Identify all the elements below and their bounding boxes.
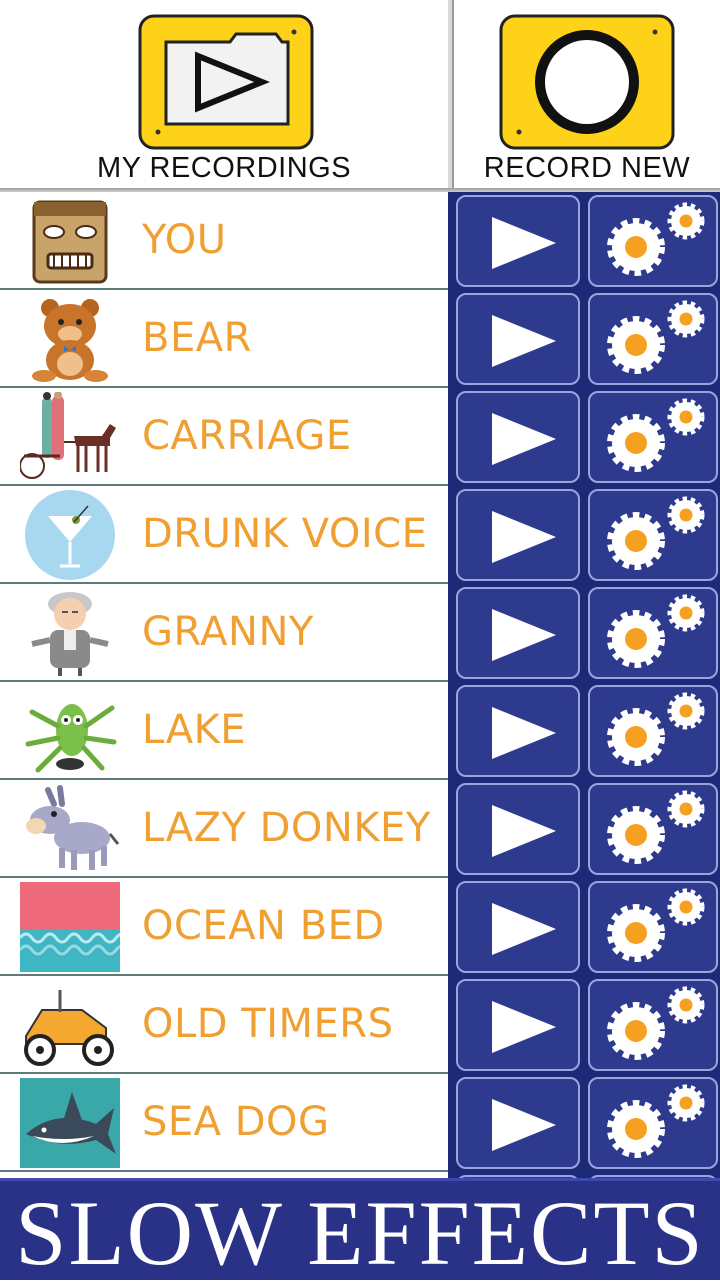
bear-icon <box>32 299 108 382</box>
list-item: OLD TIMERS <box>0 976 720 1074</box>
gears-icon <box>607 300 705 374</box>
settings-button[interactable] <box>588 391 718 483</box>
settings-button[interactable] <box>588 685 718 777</box>
effect-name: OCEAN BED <box>142 903 385 949</box>
gears-icon <box>607 888 705 962</box>
play-button[interactable] <box>456 979 580 1071</box>
effect-name-cell[interactable]: YOU <box>0 192 448 290</box>
list-item: DRUNK VOICE <box>0 486 720 584</box>
record-new-button[interactable]: RECORD NEW <box>452 0 720 192</box>
list-item: OCEAN BED <box>0 878 720 976</box>
gears-icon <box>607 986 705 1060</box>
settings-button[interactable] <box>588 1077 718 1169</box>
effect-name-cell[interactable]: CARRIAGE <box>0 388 448 486</box>
list-item: SEA DOG <box>0 1074 720 1172</box>
banner-title: SLOW EFFECTS <box>15 1182 705 1284</box>
effect-name: YOU <box>142 217 227 263</box>
settings-button[interactable] <box>588 979 718 1071</box>
list-item: LAZY DONKEY <box>0 780 720 878</box>
effect-name-cell[interactable]: BEAR <box>0 290 448 388</box>
play-icon <box>492 1001 556 1053</box>
effect-name-cell[interactable]: OCEAN BED <box>0 878 448 976</box>
vintage-car-icon <box>24 990 114 1066</box>
list-item: GRANNY <box>0 584 720 682</box>
play-button[interactable] <box>456 783 580 875</box>
horse-carriage-icon <box>20 392 116 479</box>
effect-name: BEAR <box>142 315 252 361</box>
gears-icon <box>607 398 705 472</box>
play-icon <box>492 903 556 955</box>
effect-name: LAKE MONSTER <box>142 707 344 849</box>
my-recordings-label: MY RECORDINGS <box>96 152 352 184</box>
granny-icon <box>31 592 109 676</box>
play-icon <box>492 511 556 563</box>
gears-icon <box>607 496 705 570</box>
play-icon <box>492 609 556 661</box>
gears-icon <box>607 790 705 864</box>
settings-button[interactable] <box>588 881 718 973</box>
settings-button[interactable] <box>588 489 718 581</box>
app-title-banner: SLOW EFFECTS <box>0 1178 720 1284</box>
effect-name-cell[interactable]: DRUNK VOICE <box>0 486 448 584</box>
play-button[interactable] <box>456 685 580 777</box>
settings-button[interactable] <box>588 587 718 679</box>
play-button[interactable] <box>456 881 580 973</box>
tiki-mask-icon <box>32 200 108 284</box>
play-icon <box>492 217 556 269</box>
list-item: YOU <box>0 192 720 290</box>
effect-name-cell[interactable]: OLD TIMERS <box>0 976 448 1074</box>
gears-icon <box>607 1084 705 1158</box>
top-bar: MY RECORDINGS RECORD NEW <box>0 0 720 194</box>
play-button[interactable] <box>456 391 580 483</box>
gears-icon <box>607 202 705 276</box>
shark-icon <box>20 1078 120 1168</box>
play-icon <box>492 805 556 857</box>
effect-name: CARRIAGE <box>142 413 352 459</box>
list-item: LAKE MONSTER <box>0 682 720 849</box>
effect-name-cell[interactable]: LAKE MONSTER <box>0 682 448 849</box>
martini-glass-icon <box>25 490 115 580</box>
play-icon <box>492 315 556 367</box>
settings-button[interactable] <box>588 783 718 875</box>
record-icon <box>499 14 675 150</box>
play-button[interactable] <box>456 293 580 385</box>
effects-list[interactable]: YOU BEAR CARRIAGE DRUNK VOICE GRANNY LAK… <box>0 192 720 1178</box>
gears-icon <box>607 594 705 668</box>
play-button[interactable] <box>456 195 580 287</box>
list-item: CARRIAGE <box>0 388 720 486</box>
effect-name: LAZY DONKEY <box>142 805 431 851</box>
lake-monster-icon <box>25 704 117 773</box>
play-button[interactable] <box>456 1077 580 1169</box>
gears-icon <box>607 692 705 766</box>
play-icon <box>492 707 556 759</box>
play-button[interactable] <box>456 587 580 679</box>
my-recordings-button[interactable]: MY RECORDINGS <box>0 0 448 192</box>
donkey-icon <box>26 785 120 870</box>
settings-button[interactable] <box>588 293 718 385</box>
list-item: BEAR <box>0 290 720 388</box>
play-icon <box>492 413 556 465</box>
record-new-label: RECORD NEW <box>483 152 691 184</box>
effect-name: OLD TIMERS <box>142 1001 394 1047</box>
effect-name: DRUNK VOICE <box>142 511 428 557</box>
effect-name-cell[interactable]: SEA DOG <box>0 1074 448 1172</box>
settings-button[interactable] <box>588 195 718 287</box>
effect-name: SEA DOG <box>142 1099 330 1145</box>
ocean-waves-icon <box>20 882 120 972</box>
play-folder-icon <box>138 14 314 150</box>
effect-name: GRANNY <box>142 609 314 655</box>
effect-name-cell[interactable]: GRANNY <box>0 584 448 682</box>
play-button[interactable] <box>456 489 580 581</box>
play-icon <box>492 1099 556 1151</box>
effect-name-cell[interactable]: LAZY DONKEY <box>0 780 448 878</box>
